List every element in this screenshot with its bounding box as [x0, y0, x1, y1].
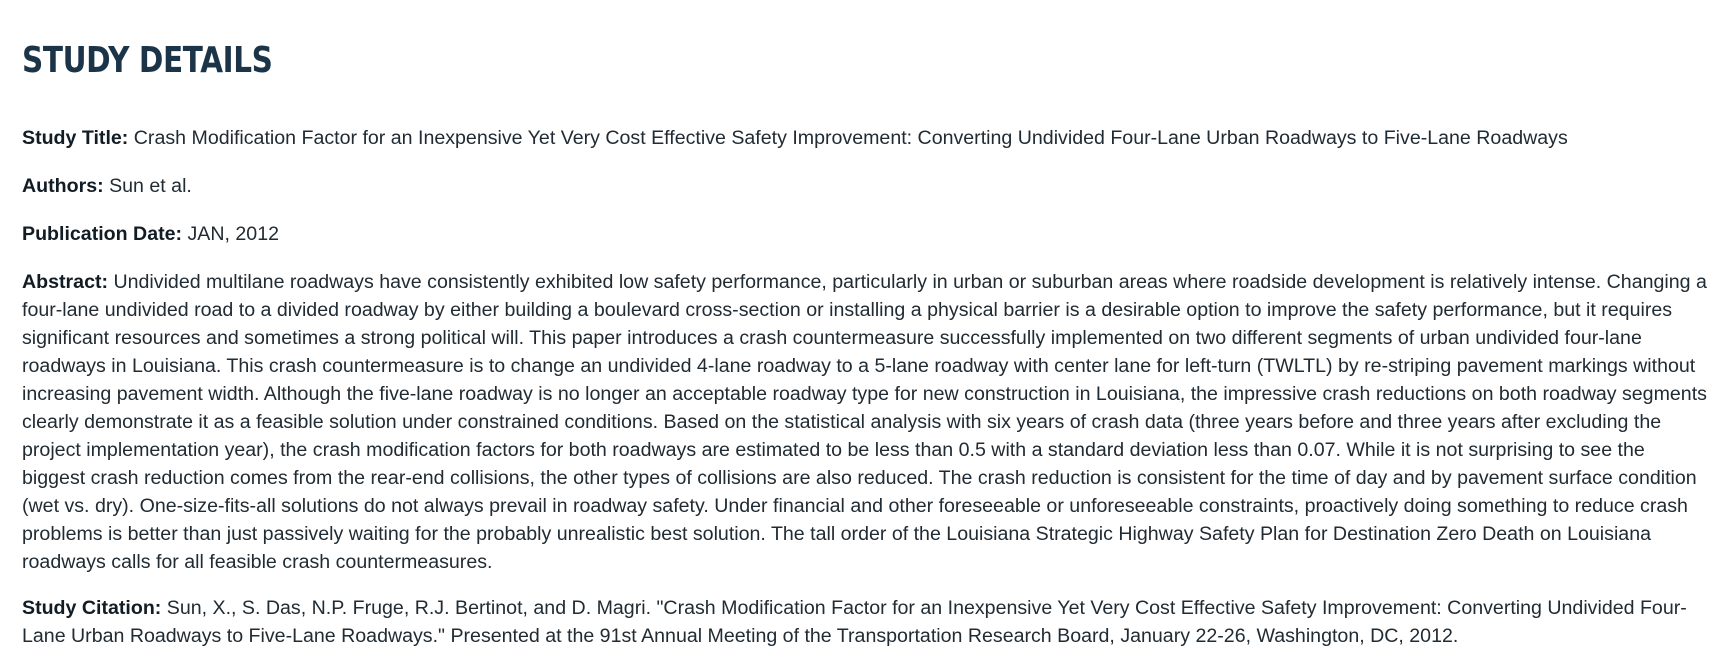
abstract-text: Undivided multilane roadways have consis…: [22, 271, 1707, 573]
study-title-field: Study Title: Crash Modification Factor f…: [22, 124, 1712, 152]
publication-date-value: JAN, 2012: [187, 223, 280, 245]
study-citation-label: Study Citation:: [22, 597, 162, 619]
publication-date-label: Publication Date:: [22, 223, 183, 245]
publication-date-field: Publication Date: JAN, 2012: [22, 220, 1712, 248]
page-title: STUDY DETAILS: [22, 40, 273, 81]
authors-value: Sun et al.: [109, 175, 192, 197]
authors-label: Authors:: [22, 175, 104, 197]
authors-field: Authors: Sun et al.: [22, 172, 1712, 200]
abstract-label: Abstract:: [22, 271, 109, 293]
study-citation-value: Sun, X., S. Das, N.P. Fruge, R.J. Bertin…: [22, 597, 1687, 647]
study-citation-field: Study Citation: Sun, X., S. Das, N.P. Fr…: [22, 594, 1712, 650]
abstract-field: Abstract: Undivided multilane roadways h…: [22, 268, 1712, 576]
study-title-value: Crash Modification Factor for an Inexpen…: [133, 127, 1568, 149]
study-title-label: Study Title:: [22, 127, 129, 149]
study-details-section: STUDY DETAILS Study Title: Crash Modific…: [22, 28, 1712, 670]
